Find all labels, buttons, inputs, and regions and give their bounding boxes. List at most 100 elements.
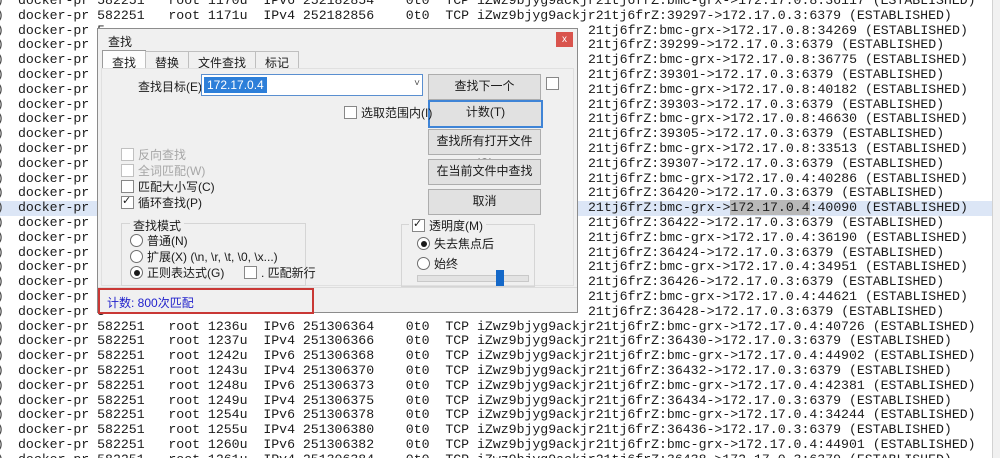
clipped-glyph: ) [0,142,5,157]
whole-word-checkbox: 全词匹配(W) [121,162,205,179]
terminal-row: )docker-pr 582251 root 1248u IPv6 251306… [0,379,993,394]
row-right-text: 21tj6frZ:bmc-grx->172.17.0.4:40090 (ESTA… [588,201,968,216]
clipped-glyph: ) [0,68,5,83]
row-left-text: docker-pr 5 [18,23,105,38]
clipped-glyph: ) [0,246,5,261]
row-left-text: docker-pr 582251 root 1242u IPv6 2513063… [18,348,976,363]
find-dialog: 查找 x 查找 替换 文件查找 标记 查找目标(E) : 172.17.0.4 … [97,28,578,313]
clipped-glyph: ) [0,38,5,53]
row-left-text: docker-pr 5 [18,37,105,52]
row-left-text: docker-pr 5 [18,259,105,274]
row-left-text: docker-pr 5 [18,304,105,319]
clipped-glyph: ) [0,275,5,290]
mode-normal-radio[interactable]: 普通(N) [130,232,188,249]
close-icon[interactable]: x [556,32,573,47]
row-right-text: 21tj6frZ:bmc-grx->172.17.0.4:44621 (ESTA… [588,290,968,305]
find-target-combobox[interactable]: 172.17.0.4 ˅ [201,74,423,96]
radio-selected-icon [417,237,430,250]
mode-regex-radio[interactable]: 正则表达式(G) [130,264,224,281]
mode-extended-radio[interactable]: 扩展(X) (\n, \r, \t, \0, \x...) [130,248,278,265]
clipped-glyph: ) [0,127,5,142]
row-left-text: docker-pr 5 [18,126,105,141]
matches-newline-checkbox[interactable]: . 匹配新行 [244,264,316,281]
annotation-box [98,288,314,314]
checkbox-checked-icon [121,196,134,209]
clipped-glyph: ) [0,201,5,216]
terminal-row: )docker-pr 582251 root 1236u IPv6 251306… [0,320,993,335]
clipped-glyph: ) [0,394,5,409]
find-target-label: 查找目标(E) : [138,78,209,95]
find-all-current-button[interactable]: 在当前文件中查找 [428,159,541,185]
clipped-glyph: ) [0,438,5,453]
side-checkbox[interactable] [546,77,563,91]
row-left-text: docker-pr 582251 root 1171u IPv4 2521828… [18,8,952,23]
backward-checkbox: 反向查找 [121,146,186,163]
row-left-text: docker-pr 582251 root 1255u IPv4 2513063… [18,422,952,437]
always-radio[interactable]: 始终 [417,255,458,272]
clipped-glyph: ) [0,53,5,68]
checkbox-icon [546,77,559,90]
match-case-checkbox[interactable]: 匹配大小写(C) [121,178,215,195]
clipped-glyph: ) [0,112,5,127]
row-left-text: docker-pr 582251 root 1254u IPv6 2513063… [18,407,976,422]
slider-thumb[interactable] [496,270,504,286]
row-left-text: docker-pr 582251 root 1170u IPv6 2521828… [18,0,976,8]
radio-icon [417,257,430,270]
screen: ) docker-pr 582251 root 1170u IPv6 252182… [0,0,1000,458]
clipped-glyph: ) [0,24,5,39]
row-left-text: docker-pr 5 [18,111,105,126]
row-left-text: docker-pr 5 [18,215,105,230]
terminal-row: ) docker-pr 582251 root 1237u IPv4 251306… [0,334,993,349]
transparency-checkbox[interactable]: 透明度(M) [409,217,486,234]
row-right-text: 21tj6frZ:bmc-grx->172.17.0.8:34269 (ESTA… [588,24,968,39]
scrollbar[interactable] [992,0,1000,458]
row-right-text: 21tj6frZ:bmc-grx->172.17.0.8:36775 (ESTA… [588,53,968,68]
find-next-button[interactable]: 查找下一个 [428,74,541,100]
row-left-text: docker-pr 5 [18,52,105,67]
row-left-text: docker-pr 582251 root 1248u IPv6 2513063… [18,378,976,393]
find-all-opened-button[interactable]: 查找所有打开文件(O) [428,129,541,155]
clipped-glyph: ) [0,216,5,231]
find-target-value: 172.17.0.4 [204,77,267,93]
row-right-text: 21tj6frZ:36426->172.17.0.3:6379 (ESTABLI… [588,275,944,290]
row-left-text: docker-pr 5 [18,230,105,245]
transparency-slider[interactable] [417,275,529,282]
row-right-text: 21tj6frZ:bmc-grx->172.17.0.8:33513 (ESTA… [588,142,968,157]
clipped-glyph: ) [0,334,5,349]
row-left-text: docker-pr 5 [18,274,105,289]
radio-icon [130,250,143,263]
wrap-around-checkbox[interactable]: 循环查找(P) [121,194,202,211]
on-focus-loss-radio[interactable]: 失去焦点后 [417,235,494,252]
checkbox-icon [121,180,134,193]
row-left-text: docker-pr 5 [18,200,105,215]
cancel-button[interactable]: 取消 [428,189,541,215]
row-left-text: docker-pr 582251 root 1260u IPv6 2513063… [18,437,976,452]
clipped-glyph: ) [0,83,5,98]
row-left-text: docker-pr 582251 root 1237u IPv4 2513063… [18,333,952,348]
row-right-text: 21tj6frZ:bmc-grx->172.17.0.8:40182 (ESTA… [588,83,968,98]
row-right-text: 21tj6frZ:39303->172.17.0.3:6379 (ESTABLI… [588,98,944,113]
clipped-glyph: ) [0,231,5,246]
terminal-row: ) docker-pr 582251 root 1260u IPv6 251306… [0,438,993,453]
row-left-text: docker-pr 5 [18,245,105,260]
clipped-glyph: ) [0,290,5,305]
search-mode-group: 查找模式 普通(N) 扩展(X) (\n, \r, \t, \0, \x...)… [121,223,306,286]
chevron-down-icon[interactable]: ˅ [414,78,420,89]
terminal-row: )docker-pr 582251 root 1242u IPv6 251306… [0,349,993,364]
clipped-glyph: ) [0,364,5,379]
clipped-glyph: ) [0,320,5,335]
clipped-glyph: ) [0,98,5,113]
clipped-glyph: ) [0,305,5,320]
count-button[interactable]: 计数(T) [428,100,543,128]
clipped-glyph: ) [0,260,5,275]
terminal-row: )docker-pr 582251 root 1261u IPv4 251306… [0,453,993,458]
terminal-row: )docker-pr 582251 root 1171u IPv4 252182… [0,9,993,24]
dialog-title[interactable]: 查找 [108,33,132,50]
row-right-text: 21tj6frZ:bmc-grx->172.17.0.4:40286 (ESTA… [588,172,968,187]
in-selection-checkbox[interactable]: 选取范围内(I) [344,104,432,121]
row-left-text: docker-pr 5 [18,141,105,156]
clipped-glyph: ) [0,408,5,423]
clipped-glyph: ) [0,423,5,438]
checkbox-checked-icon [412,219,425,232]
radio-selected-icon [130,266,143,279]
